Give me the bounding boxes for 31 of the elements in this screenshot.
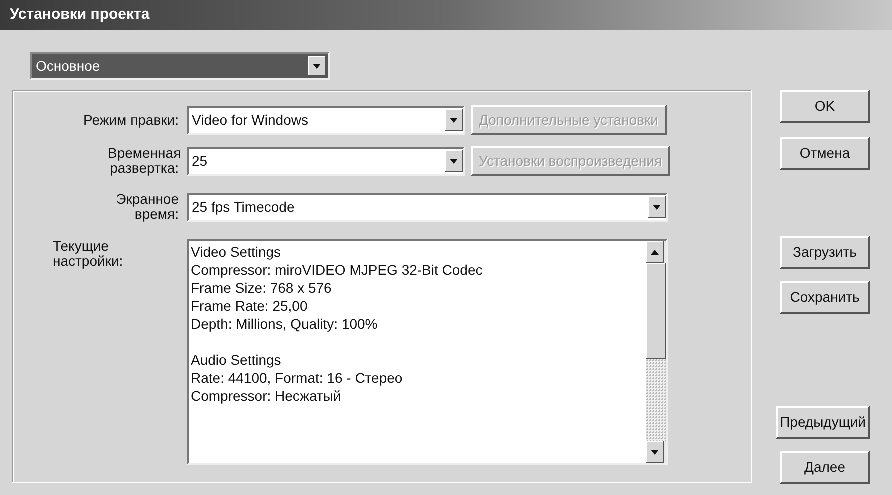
dialog-button[interactable]: Сохранить [780,281,870,314]
scrollbar[interactable] [646,241,666,463]
dialog-button[interactable]: Загрузить [780,236,870,269]
section-heading: Video Settings [191,243,282,261]
section-dropdown[interactable]: Основное [30,52,330,80]
dialog-button[interactable]: OK [780,90,870,123]
settings-text-area[interactable]: Video Settings Compressor: miroVIDEO MJPEG 32-Bit Codec Frame Size: 768 x 576 Frame Rate: 25,00 Depth: Millions, Quality: 100% Audio Settings Rate: 44100, Format: 16 - Стерео Compressor: Несжатый [187,239,668,465]
combo-box[interactable]: Video for Windows [187,106,465,134]
settings-line: Compressor: miroVIDEO MJPEG 32-Bit Codec [191,261,483,279]
combo-box[interactable]: 25 fps Timecode [187,192,668,222]
dialog-button[interactable]: Предыдущий [776,406,870,439]
combo-value: Video for Windows [191,110,310,130]
combo-value: 25 [191,152,209,170]
combo-box[interactable]: 25 [187,146,465,176]
combo-value: 25 fps Timecode [191,198,296,217]
settings-line: Depth: Millions, Quality: 100% [191,315,378,333]
window-title: Установки проекта [10,4,150,25]
dropdown-value: Основное [35,56,102,76]
settings-line: Compressor: Несжатый [191,387,342,405]
settings-line: Frame Size: 768 x 576 [191,279,332,297]
scroll-up-icon[interactable] [646,241,664,263]
field-label: Текущие настройки: [52,239,124,269]
field-label: Режим правки: [82,110,180,130]
settings-line: Rate: 44100, Format: 16 - Стерео [191,369,403,387]
dialog-button[interactable]: Далее [780,451,870,484]
field-label: Экранное время: [115,192,180,222]
dialog-button[interactable]: Отмена [780,137,870,170]
field-label: Временная развертка: [107,146,181,176]
section-heading: Audio Settings [191,351,282,369]
settings-line: Frame Rate: 25,00 [191,297,308,315]
scroll-thumb[interactable] [646,263,666,359]
